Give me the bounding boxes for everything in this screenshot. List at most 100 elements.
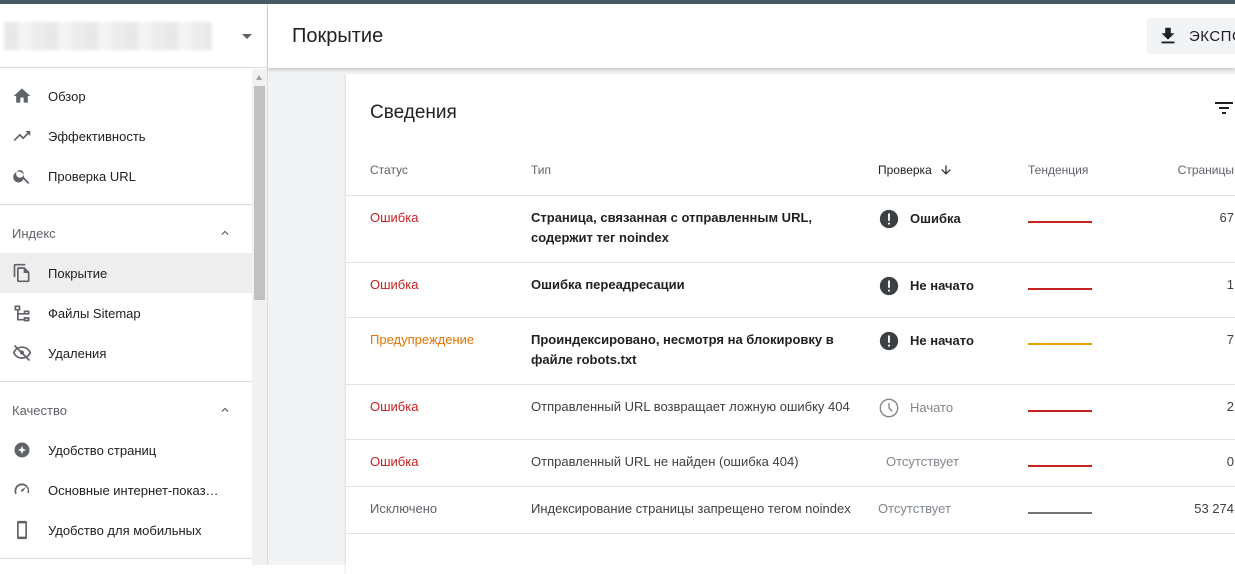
sidebar-item-coverage[interactable]: Покрытие — [0, 253, 252, 293]
validation-value: Ошибка — [878, 208, 961, 230]
trending-up-icon — [12, 126, 32, 146]
table-row[interactable]: Ошибка Отправленный URL возвращает ложную… — [346, 384, 1235, 440]
column-header-validation[interactable]: Проверка — [878, 145, 1028, 196]
validation-value: Начато — [878, 397, 953, 419]
details-card: Сведения Статус Тип Проверка Тенденция С… — [346, 74, 1235, 574]
scrollbar-thumb[interactable] — [254, 86, 265, 300]
section-title: Качество — [12, 402, 67, 418]
status-label: Предупреждение — [370, 331, 475, 347]
sidebar-item-label: Проверка URL — [48, 168, 136, 184]
sidebar-item-page-experience[interactable]: Удобство страниц — [0, 430, 252, 470]
table-header-row: Статус Тип Проверка Тенденция Страницы — [346, 145, 1235, 196]
section-header-quality[interactable]: Качество — [0, 390, 252, 430]
main-content: Сведения Статус Тип Проверка Тенденция С… — [268, 68, 1235, 574]
table-row[interactable]: Ошибка Страница, связанная с отправленным… — [346, 195, 1235, 263]
pages-count: 1 — [1226, 276, 1234, 292]
validation-text: Отсутствует — [886, 453, 959, 469]
pages-count: 7 — [1226, 331, 1234, 347]
search-icon — [12, 166, 32, 186]
sidebar-item-label: Файлы Sitemap — [48, 305, 141, 321]
pages-count: 2 — [1226, 398, 1234, 414]
details-title: Сведения — [370, 102, 457, 123]
sidebar: Обзор Эффективность Проверка URL Индекс — [0, 4, 268, 565]
pages-count: 53 274 — [1194, 500, 1234, 516]
sidebar-item-label: Удаления — [48, 345, 107, 361]
export-button[interactable]: ЭКСПО — [1147, 18, 1235, 54]
trend-sparkline — [1028, 220, 1092, 223]
section-title: Индекс — [12, 225, 56, 241]
sidebar-item-label: Эффективность — [48, 128, 146, 144]
chevron-up-icon — [221, 407, 229, 412]
table-row[interactable]: Ошибка Ошибка переадресации Не начато 1 — [346, 262, 1235, 318]
dropdown-caret-icon[interactable] — [242, 34, 252, 39]
status-label: Ошибка — [370, 453, 419, 469]
sidebar-item-mobile-usability[interactable]: Удобство для мобильных — [0, 510, 252, 550]
sidebar-item-overview[interactable]: Обзор — [0, 76, 252, 116]
page-header: Покрытие ЭКСПО — [268, 4, 1235, 68]
validation-text: Ошибка — [910, 210, 961, 226]
trend-sparkline — [1028, 409, 1092, 412]
sidebar-nav: Обзор Эффективность Проверка URL Индекс — [0, 69, 252, 565]
status-label: Ошибка — [370, 398, 419, 414]
smartphone-icon — [12, 520, 32, 540]
alert-circle-icon — [879, 331, 899, 350]
issue-type: Проиндексировано, несмотря на блокировку… — [531, 331, 834, 367]
validation-text: Не начато — [910, 277, 974, 293]
chevron-up-icon — [221, 230, 229, 235]
sidebar-item-label: Удобство страниц — [48, 442, 157, 458]
column-header-type[interactable]: Тип — [531, 145, 878, 196]
nav-group-main: Обзор Эффективность Проверка URL — [0, 69, 252, 205]
sidebar-item-core-web-vitals[interactable]: Основные интернет-показ… — [0, 470, 252, 510]
sidebar-item-removals[interactable]: Удаления — [0, 333, 252, 373]
issue-type: Отправленный URL возвращает ложную ошибк… — [531, 398, 850, 414]
column-header-status[interactable]: Статус — [346, 145, 531, 196]
status-label: Ошибка — [370, 276, 419, 292]
nav-group-quality: Качество Удобство страниц Основные интер… — [0, 382, 252, 559]
sidebar-item-performance[interactable]: Эффективность — [0, 116, 252, 156]
status-label: Исключено — [370, 500, 438, 516]
gauge-icon — [12, 480, 32, 500]
clock-icon — [879, 398, 899, 417]
issue-type: Отправленный URL не найден (ошибка 404) — [531, 453, 799, 469]
filter-icon[interactable] — [1212, 96, 1235, 120]
trend-sparkline — [1028, 464, 1092, 467]
nav-group-index: Индекс Покрытие Файлы Sitemap Удаления — [0, 205, 252, 382]
pages-count: 0 — [1226, 453, 1234, 469]
status-label: Ошибка — [370, 209, 419, 225]
details-table: Статус Тип Проверка Тенденция Страницы О… — [346, 145, 1235, 534]
download-icon — [1161, 27, 1175, 44]
validation-text: Начато — [910, 399, 954, 415]
export-label: ЭКСПО — [1189, 27, 1235, 45]
column-header-pages[interactable]: Страницы — [1173, 145, 1235, 196]
trend-sparkline — [1028, 511, 1092, 514]
sidebar-item-label: Удобство для мобильных — [48, 522, 202, 538]
column-header-trend[interactable]: Тенденция — [1028, 145, 1173, 196]
sidebar-item-label: Основные интернет-показ… — [48, 482, 219, 498]
property-name-redacted — [4, 22, 212, 50]
sidebar-item-label: Обзор — [48, 88, 86, 104]
arrow-down-icon — [941, 165, 951, 175]
sitemap-icon — [12, 303, 32, 323]
issue-type: Индексирование страницы запрещено тегом … — [531, 500, 851, 516]
alert-circle-icon — [879, 209, 899, 228]
scroll-up-arrow-icon[interactable] — [256, 75, 262, 80]
validation-text: Отсутствует — [878, 500, 951, 516]
sidebar-scrollbar[interactable] — [252, 69, 267, 565]
validation-value: Не начато — [878, 275, 974, 297]
sidebar-item-url-inspection[interactable]: Проверка URL — [0, 156, 252, 196]
alert-circle-icon — [879, 276, 899, 295]
trend-sparkline — [1028, 342, 1092, 345]
section-header-index[interactable]: Индекс — [0, 213, 252, 253]
property-selector[interactable] — [0, 4, 267, 68]
page-title: Покрытие — [292, 25, 384, 47]
plus-circle-icon — [12, 440, 32, 460]
issue-type: Страница, связанная с отправленным URL, … — [531, 209, 813, 245]
issue-type: Ошибка переадресации — [531, 276, 685, 292]
table-row[interactable]: Исключено Индексирование страницы запреще… — [346, 486, 1235, 534]
validation-value: Не начато — [878, 330, 974, 352]
table-row[interactable]: Ошибка Отправленный URL не найден (ошибка… — [346, 439, 1235, 487]
table-row[interactable]: Предупреждение Проиндексировано, несмотря… — [346, 317, 1235, 385]
eye-off-icon — [12, 343, 32, 363]
sidebar-item-sitemaps[interactable]: Файлы Sitemap — [0, 293, 252, 333]
sidebar-item-label: Покрытие — [48, 265, 108, 281]
